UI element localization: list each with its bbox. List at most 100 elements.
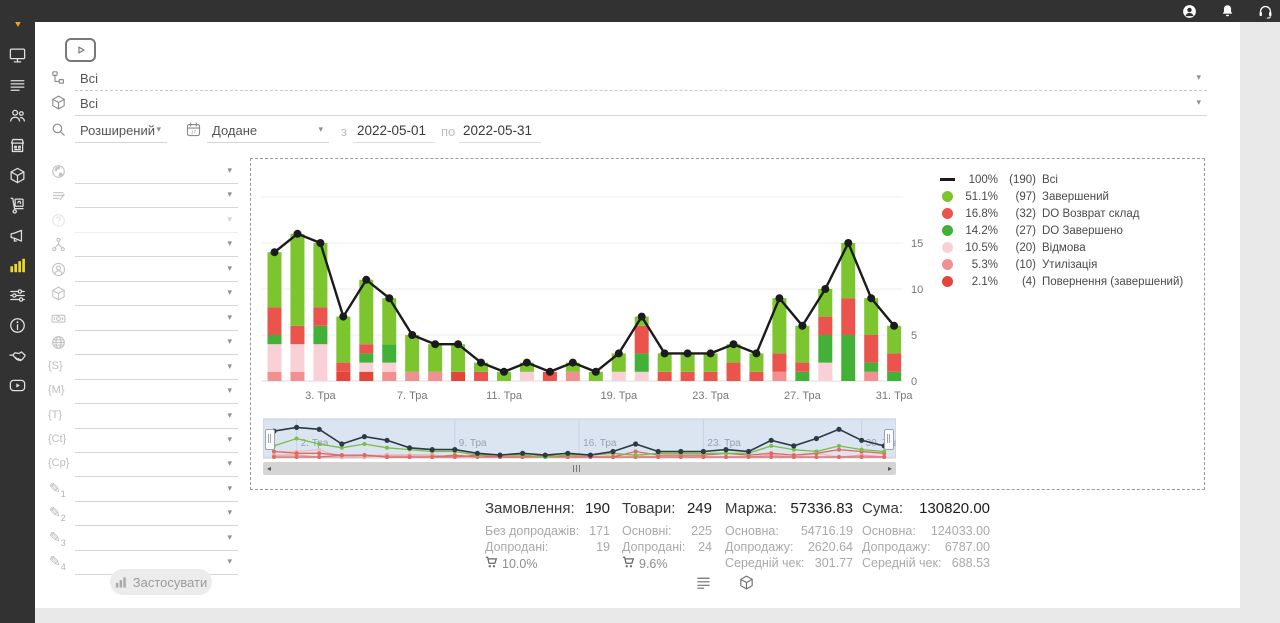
chevron-down-icon[interactable] [227, 532, 232, 543]
utm-campaign-filter-icon: {Cp} [48, 457, 69, 469]
utm-source-filter-select[interactable] [75, 357, 238, 380]
scrollbar-grip[interactable] [573, 465, 585, 472]
sidebar-item-dashboard[interactable] [0, 40, 35, 70]
chevron-down-icon[interactable] [156, 124, 161, 135]
status-filter-select[interactable] [75, 185, 238, 208]
chevron-down-icon[interactable] [227, 434, 232, 445]
sidebar-item-marketing[interactable] [0, 220, 35, 250]
date-from-label: з [341, 124, 347, 139]
utm-content-filter-select[interactable] [75, 430, 238, 453]
view-toggles [695, 574, 755, 591]
structure-filter-row [35, 234, 275, 258]
sidebar-item-info[interactable] [0, 310, 35, 340]
scroll-left-icon[interactable]: ◂ [263, 462, 275, 475]
sidebar-item-store[interactable] [0, 130, 35, 160]
stat-subrow: Допродажу:6787.00 [862, 539, 990, 555]
legend-item[interactable]: 14.2% (27) DO Завершено [939, 222, 1183, 239]
sidebar-item-supply[interactable] [0, 190, 35, 220]
navigator-left-handle[interactable] [265, 429, 275, 450]
legend-item[interactable]: 2.1% (4) Повернення (завершений) [939, 273, 1183, 290]
chevron-down-icon[interactable] [227, 336, 232, 347]
orders-view-toggle[interactable] [695, 574, 712, 591]
svg-text:15: 15 [911, 238, 923, 250]
sidebar-item-analytics[interactable] [0, 250, 35, 280]
products-view-toggle[interactable] [738, 574, 755, 591]
manager-filter-select[interactable] [75, 259, 238, 282]
country-filter-select[interactable] [75, 161, 238, 184]
product-filter-select[interactable] [75, 283, 238, 306]
chevron-down-icon[interactable] [227, 263, 232, 274]
video-help-button[interactable] [65, 38, 96, 62]
question-icon [50, 212, 67, 229]
stat-subrow: Допродажу:2620.64 [725, 539, 853, 555]
legend-item[interactable]: 10.5% (20) Відмова [939, 239, 1183, 256]
chevron-down-icon[interactable] [227, 189, 232, 200]
chevron-down-icon[interactable] [1196, 97, 1201, 108]
navigator-scrollbar[interactable]: ◂ ▸ [263, 462, 896, 475]
structure-filter-select[interactable] [75, 234, 238, 257]
cart-icon [485, 556, 498, 572]
sidebar-item-automation[interactable] [0, 280, 35, 310]
legend-item[interactable]: 16.8% (32) DO Возврат склад [939, 205, 1183, 222]
legend-dot-swatch [942, 191, 953, 202]
chevron-down-icon[interactable] [227, 214, 232, 225]
legend-item[interactable]: 5.3% (10) Утилізація [939, 256, 1183, 273]
chevron-down-icon[interactable] [227, 287, 232, 298]
date-field-select[interactable]: Додане [207, 120, 329, 143]
apply-button[interactable]: Застосувати [110, 569, 212, 595]
svg-text:5: 5 [911, 330, 917, 342]
user-icon[interactable] [1181, 3, 1198, 20]
category-value: Всі [80, 71, 98, 86]
custom-filter-3-select[interactable] [75, 528, 238, 551]
scroll-right-icon[interactable]: ▸ [884, 462, 896, 475]
sidebar-item-customers[interactable] [0, 100, 35, 130]
date-field-value: Додане [212, 123, 257, 138]
stat-value: 57336.83 [790, 500, 853, 517]
sidebar-item-products[interactable] [0, 160, 35, 190]
date-to-input[interactable]: 2022-05-31 [459, 120, 541, 143]
utm-term-filter-row: {T} [35, 406, 275, 430]
chevron-down-icon[interactable] [227, 483, 232, 494]
navigator-right-handle[interactable] [884, 429, 894, 450]
chevron-down-icon[interactable] [227, 361, 232, 372]
chart-panel: 0510153. Тра7. Тра11. Тра19. Тра23. Тра2… [250, 158, 1205, 490]
svg-text:27. Тра: 27. Тра [784, 390, 822, 402]
custom-filter-1-select[interactable] [75, 479, 238, 502]
search-mode-select[interactable]: Розширений [75, 120, 167, 143]
svg-text:9. Тра: 9. Тра [459, 438, 487, 449]
custom-filter-2-row: ✎2 [35, 503, 275, 527]
utm-campaign-filter-select[interactable] [75, 454, 238, 477]
sidebar-item-video[interactable] [0, 370, 35, 400]
svg-text:7. Тра: 7. Тра [397, 390, 428, 402]
chevron-down-icon[interactable] [227, 556, 232, 567]
sidebar-item-partners[interactable] [0, 340, 35, 370]
category-select[interactable]: Всі [75, 68, 1207, 91]
support-icon[interactable] [1257, 3, 1274, 20]
stat-title: Сума: [862, 500, 903, 517]
legend-item[interactable]: 51.1% (97) Завершений [939, 188, 1183, 205]
unknown-filter-select[interactable] [75, 210, 238, 233]
chevron-down-icon[interactable] [1196, 72, 1201, 83]
chevron-down-icon[interactable] [227, 312, 232, 323]
site-filter-select[interactable] [75, 332, 238, 355]
notifications-icon[interactable] [1219, 3, 1236, 20]
sidebar-item-orders[interactable] [0, 70, 35, 100]
utm-medium-filter-select[interactable] [75, 381, 238, 404]
chevron-down-icon[interactable] [318, 124, 323, 135]
stat-title: Товари: [622, 500, 675, 517]
chevron-down-icon[interactable] [227, 507, 232, 518]
payment-filter-select[interactable] [75, 308, 238, 331]
chevron-down-icon[interactable] [227, 238, 232, 249]
chevron-down-icon[interactable] [227, 165, 232, 176]
stat-orders: Замовлення:190Без допродажів:171Допродан… [485, 500, 610, 572]
chevron-down-icon[interactable] [227, 385, 232, 396]
chart-navigator[interactable]: 2. Тра9. Тра16. Тра23. Тра30. Тра [263, 417, 896, 461]
chevron-down-icon[interactable] [227, 458, 232, 469]
legend-item[interactable]: 100% (190) Всі [939, 171, 1183, 188]
date-from-input[interactable]: 2022-05-01 [353, 120, 435, 143]
product-select[interactable]: Всі [75, 93, 1207, 116]
utm-term-filter-select[interactable] [75, 406, 238, 429]
chevron-down-icon[interactable] [227, 410, 232, 421]
pencil-icon: ✎3 [49, 529, 66, 548]
custom-filter-2-select[interactable] [75, 503, 238, 526]
